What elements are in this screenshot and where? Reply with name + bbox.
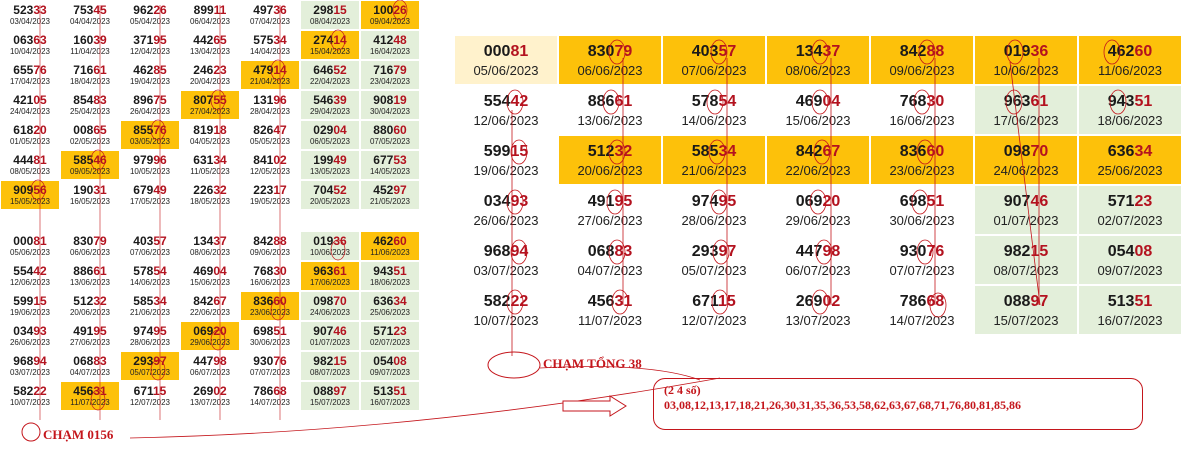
digit-highlight-circle: [611, 289, 629, 315]
result-numbers-box: (2 4 số) 03,08,12,13,17,18,21,26,30,31,3…: [653, 378, 1143, 430]
digit-highlight-circle: [918, 39, 936, 65]
digit-highlight-circle: [506, 89, 524, 115]
digit-highlight-circle: [916, 239, 934, 265]
digit-highlight-circle: [811, 39, 829, 65]
digit-highlight-circle: [90, 149, 106, 171]
digit-highlight-circle: [811, 289, 829, 315]
connector-line: [1009, 61, 1041, 306]
digit-highlight-circle: [506, 189, 524, 215]
digit-highlight-circle: [711, 289, 729, 315]
digit-highlight-circle: [270, 59, 286, 81]
digit-highlight-circle: [911, 189, 929, 215]
digit-highlight-circle: [150, 359, 166, 381]
digit-highlight-circle: [913, 89, 931, 115]
digit-highlight-circle: [602, 89, 620, 115]
digit-highlight-circle: [210, 329, 226, 351]
digit-highlight-circle: [330, 239, 346, 261]
result-numbers: 03,08,12,13,17,18,21,26,30,31,35,36,53,5…: [664, 398, 1021, 412]
digit-highlight-circle: [30, 179, 46, 201]
digit-highlight-circle: [809, 189, 827, 215]
digit-highlight-circle: [606, 189, 624, 215]
cham-0156-curve: [129, 377, 721, 439]
cham-0156-circle: [21, 422, 41, 442]
right-arrow-icon: [562, 395, 627, 417]
digit-highlight-circle: [1103, 39, 1121, 65]
result-heading: (2 4 số): [664, 383, 701, 397]
digit-highlight-circle: [813, 139, 831, 165]
digit-highlight-circle: [150, 119, 166, 141]
digit-highlight-circle: [506, 289, 524, 315]
cham-0156-label: CHẠM 0156: [43, 427, 114, 442]
digit-highlight-circle: [706, 89, 724, 115]
digit-highlight-circle: [210, 89, 226, 111]
digit-highlight-circle: [710, 189, 728, 215]
digit-highlight-circle: [270, 299, 286, 321]
digit-highlight-circle: [392, 0, 408, 21]
digit-highlight-circle: [90, 389, 106, 411]
digit-highlight-circle: [811, 89, 829, 115]
digit-highlight-circle: [1109, 89, 1127, 115]
cham-tong-ellipse: [487, 351, 541, 379]
digit-highlight-circle: [608, 39, 626, 65]
digit-highlight-circle: [708, 139, 726, 165]
digit-highlight-circle: [510, 239, 528, 265]
digit-highlight-circle: [1006, 39, 1024, 65]
digit-highlight-circle: [929, 292, 947, 318]
digit-highlight-circle: [916, 139, 934, 165]
digit-highlight-circle: [330, 29, 346, 51]
digit-highlight-circle: [510, 139, 528, 165]
digit-highlight-circle: [815, 239, 833, 265]
cham-tong-label: CHẠM TỔNG 38: [543, 356, 642, 371]
digit-highlight-circle: [710, 39, 728, 65]
